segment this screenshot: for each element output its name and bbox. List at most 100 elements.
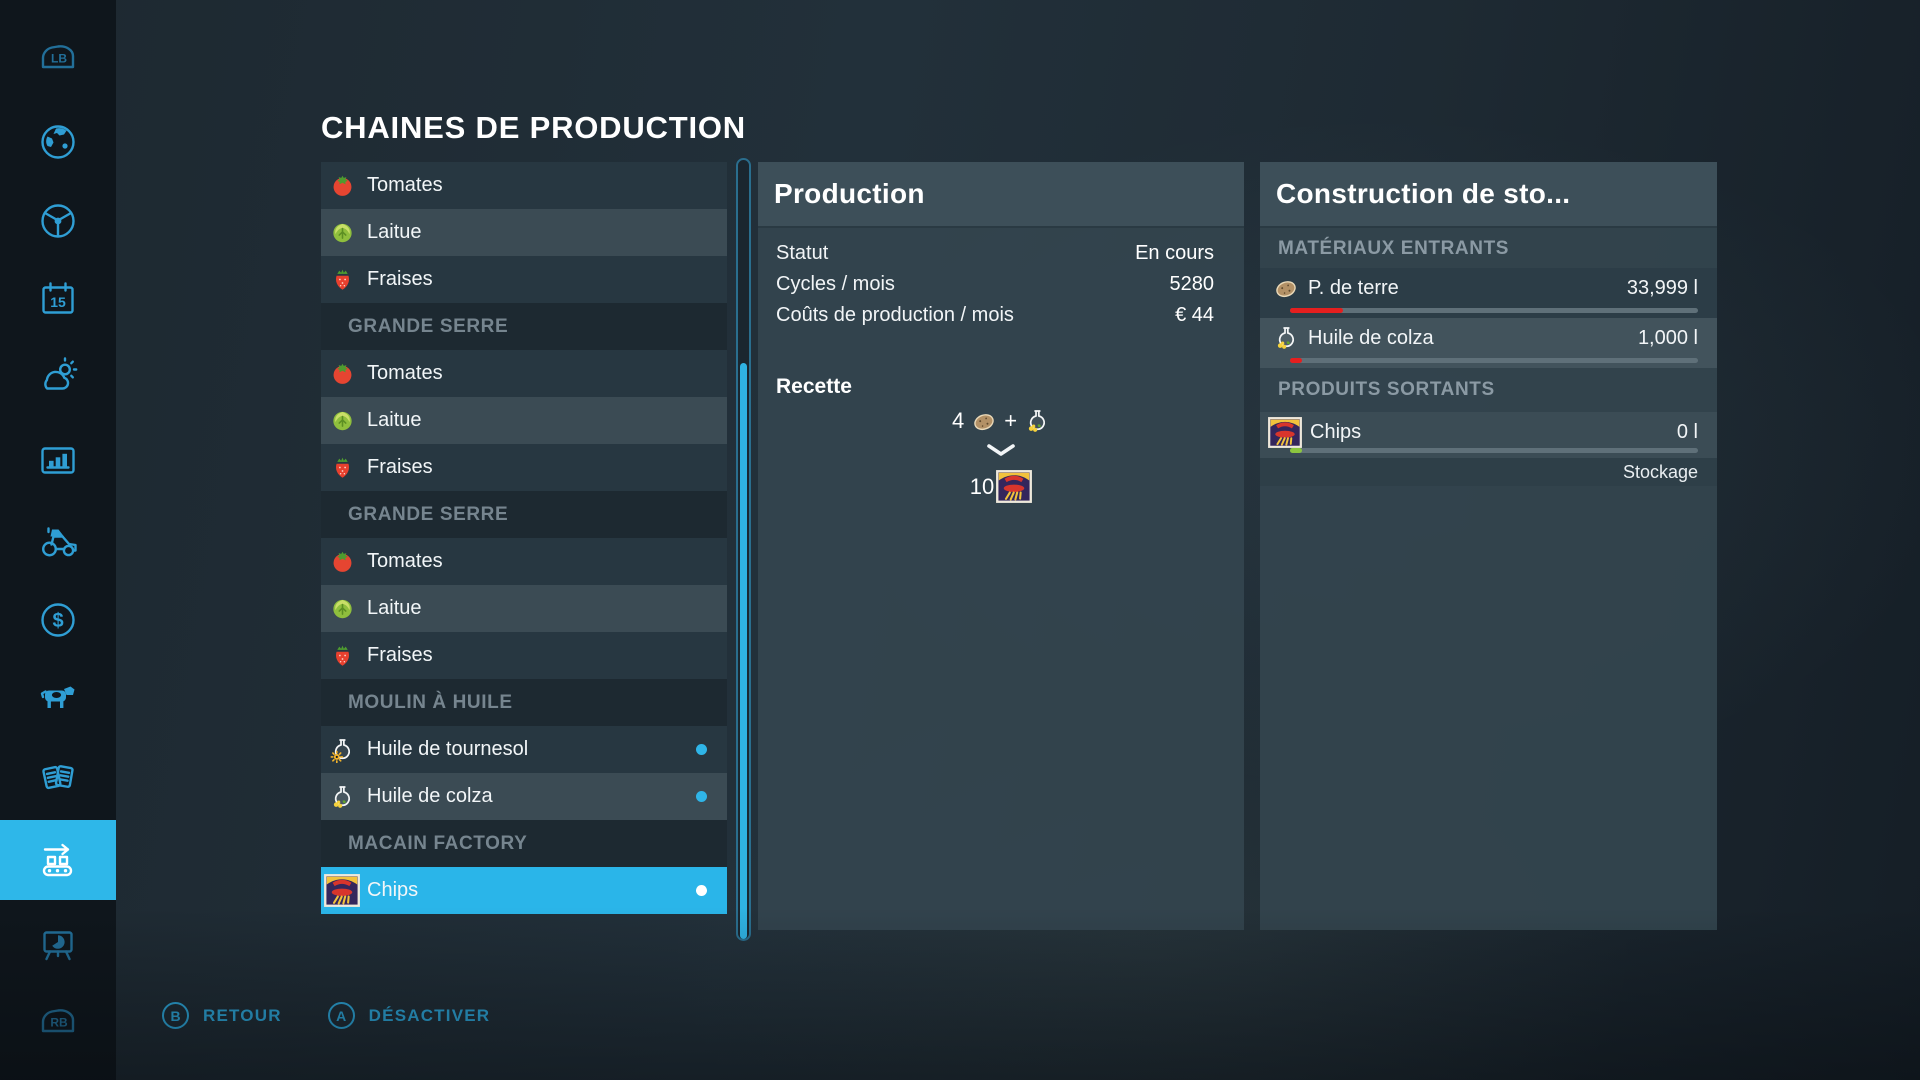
storage-row-p-de-terre: P. de terre 33,999 l — [1260, 268, 1717, 318]
storage-panel: Construction de sto... MATÉRIAUX ENTRANT… — [1260, 162, 1717, 930]
recipe-output: 10 — [758, 470, 1244, 503]
production-list-item-laitue[interactable]: Laitue — [321, 209, 727, 256]
lettuce-icon — [329, 596, 355, 622]
tomato-icon — [329, 173, 355, 199]
svg-text:15: 15 — [50, 294, 66, 310]
svg-text:RB: RB — [50, 1016, 68, 1030]
stat-row: Coûts de production / mois€ 44 — [758, 300, 1244, 331]
fill-level-bar — [1290, 308, 1698, 313]
production-chains-icon — [35, 837, 81, 883]
production-list-item-tomates[interactable]: Tomates — [321, 350, 727, 397]
button-hints-bar: BRETOUR ADÉSACTIVER — [162, 1002, 490, 1029]
construction-icon — [35, 922, 81, 968]
sidebar-item-vehicles[interactable] — [0, 181, 116, 261]
stat-label: Coûts de production / mois — [776, 304, 1014, 327]
production-list-item-laitue[interactable]: Laitue — [321, 397, 727, 444]
production-list-item-huile-de-tournesol[interactable]: Huile de tournesol — [321, 726, 727, 773]
sidebar-item-contracts[interactable] — [0, 738, 116, 818]
list-section-header: GRANDE SERRE — [321, 491, 727, 538]
shoulder-lb-icon: LB — [35, 35, 81, 81]
animals-icon — [35, 675, 81, 721]
chips-bag-icon — [996, 470, 1032, 503]
sidebar-item-garage[interactable] — [0, 502, 116, 582]
production-panel: Production Statut En cours Cycles / mois52… — [758, 162, 1244, 930]
list-scrollbar[interactable] — [736, 158, 751, 941]
sidebar-item-construction[interactable] — [0, 905, 116, 985]
stat-row: Cycles / mois5280 — [758, 269, 1244, 300]
material-name: Huile de colza — [1308, 327, 1434, 350]
sidebar-item-map[interactable] — [0, 102, 116, 182]
tomato-icon — [329, 549, 355, 575]
sidebar-item-shoulder-rb: RB — [0, 982, 116, 1062]
gamepad-hint-désactiver[interactable]: ADÉSACTIVER — [328, 1002, 491, 1029]
production-list-item-chips[interactable]: Chips — [321, 867, 727, 914]
sidebar-item-animals[interactable] — [0, 658, 116, 738]
production-stats: StatutEn coursCycles / mois5280Coûts de … — [758, 238, 1244, 331]
production-list-item-fraises[interactable]: Fraises — [321, 632, 727, 679]
storage-panel-header: Construction de sto... — [1260, 162, 1717, 228]
list-section-header: MOULIN À HUILE — [321, 679, 727, 726]
production-list-item-tomates[interactable]: Tomates — [321, 538, 727, 585]
material-amount: 0 l — [1677, 421, 1698, 444]
potato-icon — [971, 408, 997, 434]
material-amount: 33,999 l — [1627, 277, 1698, 300]
production-list-item-tomates[interactable]: Tomates — [321, 162, 727, 209]
shoulder-rb-icon: RB — [35, 999, 81, 1045]
production-list-item-laitue[interactable]: Laitue — [321, 585, 727, 632]
material-name: Chips — [1310, 421, 1361, 444]
canola-oil-icon — [1024, 408, 1050, 434]
calendar-icon: 15 — [35, 277, 81, 323]
scrollbar-thumb[interactable] — [740, 363, 747, 939]
potato-icon — [1272, 274, 1300, 302]
finances-icon: $ — [35, 597, 81, 643]
sidebar-item-calendar[interactable]: 15 — [0, 260, 116, 340]
svg-text:LB: LB — [51, 52, 67, 66]
storage-row-huile-de-colza: Huile de colza 1,000 l — [1260, 318, 1717, 368]
chevron-down-icon — [758, 443, 1244, 458]
storage-panel-title: Construction de sto... — [1276, 178, 1570, 210]
lettuce-icon — [329, 220, 355, 246]
stat-label: Statut — [776, 242, 828, 265]
sidebar-item-weather[interactable] — [0, 338, 116, 418]
fill-level-bar — [1290, 448, 1698, 453]
sidebar-item-finances[interactable]: $ — [0, 580, 116, 660]
canola-oil-icon — [1272, 324, 1300, 352]
gamepad-hint-retour[interactable]: BRETOUR — [162, 1002, 282, 1029]
production-list-item-huile-de-colza[interactable]: Huile de colza — [321, 773, 727, 820]
fill-level-bar — [1290, 358, 1698, 363]
strawberry-icon — [329, 643, 355, 669]
recipe-output-quantity: 10 — [970, 474, 994, 500]
list-section-header: MACAIN FACTORY — [321, 820, 727, 867]
map-icon — [35, 119, 81, 165]
production-panel-header: Production — [758, 162, 1244, 228]
production-list-item-fraises[interactable]: Fraises — [321, 256, 727, 303]
material-amount: 1,000 l — [1638, 327, 1698, 350]
stat-row: Statut En cours — [758, 238, 1244, 269]
list-section-header: GRANDE SERRE — [321, 303, 727, 350]
sidebar-item-shoulder-lb: LB — [0, 18, 116, 98]
material-name: P. de terre — [1308, 277, 1399, 300]
production-chains-screen: LB15$RB CHAINES DE PRODUCTION TomatesLai… — [0, 0, 1920, 1080]
chips-bag-icon — [1268, 417, 1302, 448]
contracts-icon — [35, 755, 81, 801]
recipe-title: Recette — [776, 375, 852, 399]
strawberry-icon — [329, 267, 355, 293]
button-b-icon: B — [162, 1002, 189, 1029]
active-indicator-dot — [696, 791, 707, 802]
sidebar-item-production-chains[interactable] — [0, 820, 116, 900]
svg-text:$: $ — [52, 610, 63, 632]
production-panel-title: Production — [774, 178, 925, 210]
stat-label: Cycles / mois — [776, 273, 895, 296]
garage-icon — [35, 519, 81, 565]
outputs-section-header: PRODUITS SORTANTS — [1260, 368, 1717, 412]
statistics-icon — [35, 439, 81, 485]
stat-value: En cours — [1135, 242, 1214, 265]
recipe-input-quantity: 4 — [952, 408, 964, 434]
recipe-inputs: 4 + — [758, 408, 1244, 434]
weather-icon — [35, 355, 81, 401]
production-list-item-fraises[interactable]: Fraises — [321, 444, 727, 491]
sidebar-item-statistics[interactable] — [0, 422, 116, 502]
storage-mode-label: Stockage — [1260, 458, 1717, 486]
page-title: CHAINES DE PRODUCTION — [321, 110, 746, 146]
active-indicator-dot — [696, 744, 707, 755]
